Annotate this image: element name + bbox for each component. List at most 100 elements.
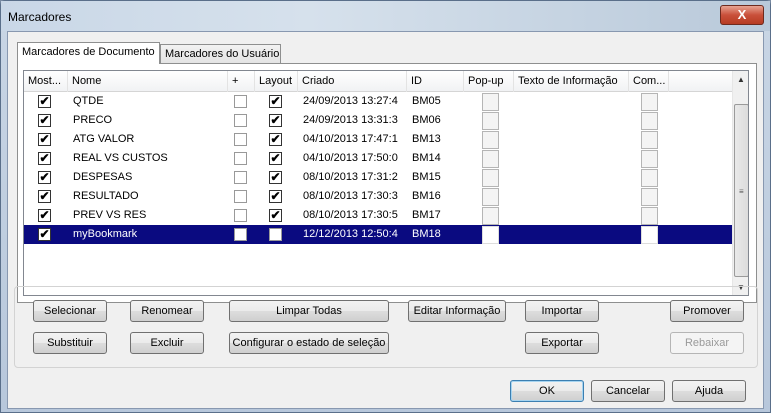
created-date: 04/10/2013 17:47:1 xyxy=(303,133,398,145)
cancel-button[interactable]: Cancelar xyxy=(591,380,665,402)
popup-field[interactable] xyxy=(482,93,499,111)
col-com-header[interactable]: Com... xyxy=(629,71,669,92)
actions-group: Selecionar Renomear Limpar Todas Editar … xyxy=(14,286,758,368)
plus-checkbox[interactable] xyxy=(234,190,247,203)
layout-checkbox[interactable]: ✔ xyxy=(269,152,282,165)
bookmark-id: BM06 xyxy=(412,114,441,126)
import-button[interactable]: Importar xyxy=(525,300,599,322)
popup-field[interactable] xyxy=(482,226,499,244)
bookmark-name: REAL VS CUSTOS xyxy=(73,152,168,164)
col-info-header[interactable]: Texto de Informação xyxy=(514,71,629,92)
comment-field[interactable] xyxy=(641,226,658,244)
plus-checkbox[interactable] xyxy=(234,152,247,165)
scroll-thumb[interactable]: ≡ xyxy=(734,104,748,277)
close-button[interactable]: X xyxy=(720,5,764,25)
bookmark-name: myBookmark xyxy=(73,228,138,240)
comment-field[interactable] xyxy=(641,150,658,168)
table-row[interactable]: ✔ RESULTADO ✔ 08/10/2013 17:30:3 BM16 xyxy=(24,187,732,206)
info-text xyxy=(520,187,625,206)
col-popup-header[interactable]: Pop-up xyxy=(464,71,514,92)
show-checkbox[interactable]: ✔ xyxy=(38,171,51,184)
col-name-header[interactable]: Nome xyxy=(68,71,228,92)
popup-field[interactable] xyxy=(482,150,499,168)
demote-button[interactable]: Rebaixar xyxy=(670,332,744,354)
layout-checkbox[interactable]: ✔ xyxy=(269,209,282,222)
show-checkbox[interactable]: ✔ xyxy=(38,209,51,222)
plus-checkbox[interactable] xyxy=(234,228,247,241)
bookmark-id: BM05 xyxy=(412,95,441,107)
created-date: 04/10/2013 17:50:0 xyxy=(303,152,398,164)
show-checkbox[interactable]: ✔ xyxy=(38,228,51,241)
layout-checkbox[interactable]: ✔ xyxy=(269,190,282,203)
bookmarks-list[interactable]: Most... Nome + Layout Criado ID Pop-up Texto de… xyxy=(23,70,749,296)
comment-field[interactable] xyxy=(641,131,658,149)
rename-button[interactable]: Renomear xyxy=(130,300,204,322)
table-row[interactable]: ✔ PREV VS RES ✔ 08/10/2013 17:30:5 BM17 xyxy=(24,206,732,225)
info-text xyxy=(520,206,625,225)
table-row[interactable]: ✔ REAL VS CUSTOS ✔ 04/10/2013 17:50:0 BM14 xyxy=(24,149,732,168)
comment-field[interactable] xyxy=(641,207,658,225)
comment-field[interactable] xyxy=(641,188,658,206)
help-button[interactable]: Ajuda xyxy=(672,380,746,402)
info-text xyxy=(520,225,625,244)
table-row[interactable]: ✔ PRECO ✔ 24/09/2013 13:31:3 BM06 xyxy=(24,111,732,130)
plus-checkbox[interactable] xyxy=(234,95,247,108)
col-plus-header[interactable]: + xyxy=(228,71,255,92)
scroll-up-icon[interactable]: ▲ xyxy=(736,75,746,85)
promote-button[interactable]: Promover xyxy=(670,300,744,322)
vertical-scrollbar[interactable]: ▲ ≡ ▼ xyxy=(732,71,748,295)
layout-checkbox[interactable]: ✔ xyxy=(269,133,282,146)
show-checkbox[interactable]: ✔ xyxy=(38,95,51,108)
col-created-header[interactable]: Criado xyxy=(298,71,407,92)
tab-panel: Most... Nome + Layout Criado ID Pop-up Texto de… xyxy=(17,63,757,303)
show-checkbox[interactable]: ✔ xyxy=(38,114,51,127)
col-show-header[interactable]: Most... xyxy=(24,71,68,92)
delete-button[interactable]: Excluir xyxy=(130,332,204,354)
edit-info-button[interactable]: Editar Informação xyxy=(408,300,506,322)
layout-checkbox[interactable] xyxy=(269,228,282,241)
configure-selection-button[interactable]: Configurar o estado de seleção xyxy=(229,332,389,354)
plus-checkbox[interactable] xyxy=(234,209,247,222)
layout-checkbox[interactable]: ✔ xyxy=(269,171,282,184)
info-text xyxy=(520,149,625,168)
popup-field[interactable] xyxy=(482,112,499,130)
col-id-header[interactable]: ID xyxy=(407,71,464,92)
tab-user-bookmarks[interactable]: Marcadores do Usuário xyxy=(160,44,281,64)
replace-button[interactable]: Substituir xyxy=(33,332,107,354)
plus-checkbox[interactable] xyxy=(234,171,247,184)
info-text xyxy=(520,130,625,149)
show-checkbox[interactable]: ✔ xyxy=(38,152,51,165)
bookmark-id: BM14 xyxy=(412,152,441,164)
table-row[interactable]: ✔ myBookmark 12/12/2013 12:50:4 BM18 xyxy=(24,225,732,244)
plus-checkbox[interactable] xyxy=(234,114,247,127)
comment-field[interactable] xyxy=(641,93,658,111)
popup-field[interactable] xyxy=(482,188,499,206)
created-date: 24/09/2013 13:27:4 xyxy=(303,95,398,107)
info-text xyxy=(520,168,625,187)
tab-document-bookmarks[interactable]: Marcadores de Documento xyxy=(17,42,160,64)
popup-field[interactable] xyxy=(482,207,499,225)
created-date: 08/10/2013 17:30:3 xyxy=(303,190,398,202)
info-text xyxy=(520,111,625,130)
select-button[interactable]: Selecionar xyxy=(33,300,107,322)
show-checkbox[interactable]: ✔ xyxy=(38,190,51,203)
bookmark-id: BM18 xyxy=(412,228,441,240)
comment-field[interactable] xyxy=(641,112,658,130)
export-button[interactable]: Exportar xyxy=(525,332,599,354)
plus-checkbox[interactable] xyxy=(234,133,247,146)
created-date: 08/10/2013 17:30:5 xyxy=(303,209,398,221)
title-bar[interactable]: Marcadores X xyxy=(1,1,770,31)
table-row[interactable]: ✔ DESPESAS ✔ 08/10/2013 17:31:2 BM15 xyxy=(24,168,732,187)
col-layout-header[interactable]: Layout xyxy=(255,71,298,92)
clear-all-button[interactable]: Limpar Todas xyxy=(229,300,389,322)
ok-button[interactable]: OK xyxy=(510,380,584,402)
layout-checkbox[interactable]: ✔ xyxy=(269,95,282,108)
popup-field[interactable] xyxy=(482,169,499,187)
table-row[interactable]: ✔ ATG VALOR ✔ 04/10/2013 17:47:1 BM13 xyxy=(24,130,732,149)
layout-checkbox[interactable]: ✔ xyxy=(269,114,282,127)
comment-field[interactable] xyxy=(641,169,658,187)
show-checkbox[interactable]: ✔ xyxy=(38,133,51,146)
bookmark-id: BM17 xyxy=(412,209,441,221)
popup-field[interactable] xyxy=(482,131,499,149)
table-row[interactable]: ✔ QTDE ✔ 24/09/2013 13:27:4 BM05 xyxy=(24,92,732,111)
